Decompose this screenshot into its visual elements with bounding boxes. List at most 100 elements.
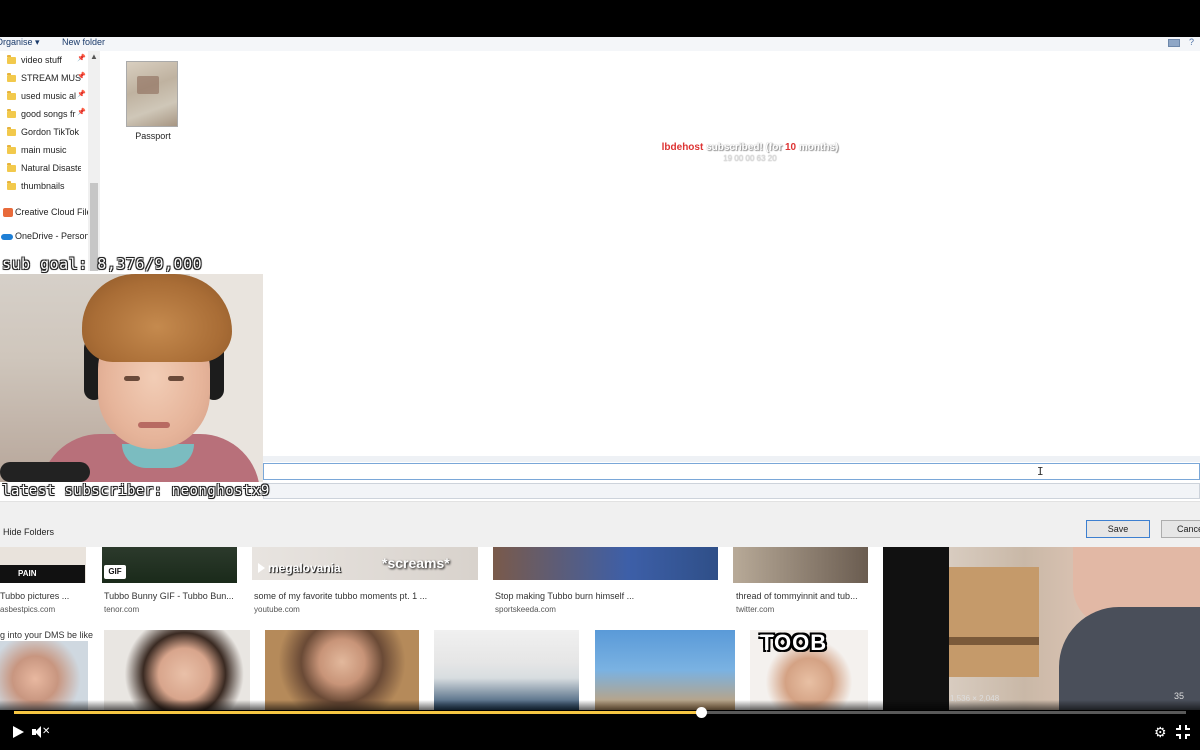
result-caption[interactable]: some of my favorite tubbo moments pt. 1 … <box>254 591 480 601</box>
sidebar-item-folder[interactable]: Gordon TikTok 4 <box>0 125 100 141</box>
result-card[interactable]: TOOB <box>750 630 868 710</box>
file-item[interactable]: Passport <box>126 61 180 141</box>
scroll-up-icon[interactable]: ▲ <box>90 52 98 61</box>
help-icon[interactable]: ? <box>1189 37 1194 47</box>
dialog-footer: Hide Folders Save Cancel <box>0 501 1200 547</box>
alert-name: lbdehost <box>661 142 704 153</box>
filename-input[interactable] <box>263 463 1200 480</box>
result-caption[interactable]: Tubbo Bunny GIF - Tubbo Bun... <box>104 591 239 601</box>
exit-fullscreen-icon <box>1176 725 1181 730</box>
save-button[interactable]: Save <box>1086 520 1150 538</box>
sidebar-item-label: good songs fr <box>21 109 76 119</box>
cancel-button[interactable]: Cancel <box>1161 520 1200 538</box>
folder-icon <box>7 181 16 190</box>
result-card[interactable]: PAIN Tubbo pictures ... asbestpics.com <box>0 547 86 617</box>
new-folder-button[interactable]: New folder <box>62 37 105 47</box>
sidebar-item-label: video stuff <box>21 55 62 65</box>
result-image[interactable]: GIF <box>102 547 237 583</box>
file-name: Passport <box>135 131 171 141</box>
speaker-cone-icon <box>35 726 41 738</box>
sidebar-item-label: thumbnails <box>21 181 65 191</box>
sidebar-item-label: Creative Cloud Files <box>15 207 95 217</box>
sidebar-item-folder[interactable]: used music al 📌 <box>0 89 100 105</box>
mute-button[interactable]: ✕ <box>32 725 50 739</box>
subscriber-alert: lbdehost subscribed! (for 10 months) 19 … <box>600 142 900 163</box>
result-card[interactable] <box>265 630 419 710</box>
video-caption-overlay: *screams* <box>382 555 450 571</box>
latest-subscriber-overlay: latest subscriber: neonghostx9 <box>2 483 270 499</box>
result-source[interactable]: twitter.com <box>736 605 774 614</box>
alert-text: subscribed! (for <box>703 142 785 153</box>
result-caption[interactable]: Stop making Tubbo burn himself ... <box>495 591 720 601</box>
sidebar-item-onedrive[interactable]: OneDrive - Personal <box>0 229 100 245</box>
folder-icon <box>7 145 16 154</box>
result-image[interactable] <box>434 630 579 710</box>
exit-fullscreen-button[interactable] <box>1176 725 1190 739</box>
webcam-mouth <box>138 422 170 428</box>
result-source[interactable]: sportskeeda.com <box>495 605 556 614</box>
result-caption[interactable]: g into your DMS be like <box>0 630 93 640</box>
result-image[interactable] <box>595 630 735 710</box>
webcam-eye <box>168 376 184 381</box>
nav-scrollbar[interactable]: ▲ <box>88 51 100 271</box>
hide-folders-toggle[interactable]: Hide Folders <box>3 527 54 537</box>
exit-fullscreen-icon <box>1176 734 1181 739</box>
result-card[interactable] <box>595 630 735 710</box>
creative-cloud-icon <box>3 208 13 217</box>
viewer-shelf <box>949 567 1039 677</box>
folder-icon <box>7 55 16 64</box>
result-image[interactable] <box>733 547 868 583</box>
result-source[interactable]: youtube.com <box>254 605 300 614</box>
sidebar-item-folder[interactable]: video stuff 📌 <box>0 53 100 69</box>
organise-menu[interactable]: Organise ▾ <box>0 37 40 48</box>
progress-bar[interactable] <box>14 707 1186 718</box>
sidebar-item-label: OneDrive - Personal <box>15 231 95 241</box>
result-source[interactable]: asbestpics.com <box>0 605 55 614</box>
result-source[interactable]: tenor.com <box>104 605 139 614</box>
text-cursor-icon: I <box>1037 465 1044 478</box>
play-button[interactable] <box>12 725 26 739</box>
result-tag: PAIN <box>0 565 85 583</box>
sidebar-item-folder[interactable]: STREAM MUS 📌 <box>0 71 100 87</box>
progress-scrubber[interactable] <box>696 707 707 718</box>
result-caption[interactable]: Tubbo pictures ... <box>0 591 86 601</box>
result-card[interactable]: megalovania *screams* some of my favorit… <box>252 547 478 617</box>
view-options-icon[interactable] <box>1168 39 1180 47</box>
save-as-type-select[interactable] <box>263 483 1200 499</box>
result-card[interactable]: GIF Tubbo Bunny GIF - Tubbo Bun... tenor… <box>102 547 237 617</box>
result-image[interactable] <box>493 547 718 580</box>
sidebar-item-creative-cloud[interactable]: Creative Cloud Files <box>0 205 100 221</box>
sidebar-item-folder[interactable]: good songs fr 📌 <box>0 107 100 123</box>
result-card[interactable]: Stop making Tubbo burn himself ... sport… <box>493 547 718 617</box>
result-image[interactable]: TOOB <box>750 630 868 710</box>
gif-badge: GIF <box>104 565 126 579</box>
navigation-pane: video stuff 📌 STREAM MUS 📌 used music al 📌 goo… <box>0 51 100 271</box>
result-image[interactable] <box>265 630 419 710</box>
webcam-eye <box>124 376 140 381</box>
sidebar-item-label: Natural Disasters <box>21 163 81 173</box>
video-player[interactable]: Organise ▾ New folder ? video stuff 📌 STRE… <box>0 0 1200 750</box>
folder-icon <box>7 127 16 136</box>
progress-fill <box>14 711 701 714</box>
alert-line: lbdehost subscribed! (for 10 months) <box>600 142 900 153</box>
result-card[interactable]: thread of tommyinnit and tub... twitter.… <box>733 547 868 617</box>
result-card[interactable] <box>104 630 250 710</box>
result-card[interactable] <box>434 630 579 710</box>
sidebar-item-folder[interactable]: main music <box>0 143 100 159</box>
result-image[interactable]: PAIN <box>0 547 86 583</box>
sidebar-item-label: used music al <box>21 91 77 101</box>
image-viewer: 1,536 × 2,048 35 <box>883 547 1200 710</box>
sidebar-item-folder[interactable]: Natural Disasters <box>0 161 100 177</box>
result-caption[interactable]: thread of tommyinnit and tub... <box>736 591 871 601</box>
result-image[interactable] <box>104 630 250 710</box>
settings-button[interactable]: ⚙ <box>1154 725 1168 739</box>
file-list-area: Passport <box>100 51 1200 456</box>
webcam-feed <box>0 274 263 482</box>
result-image[interactable]: megalovania *screams* <box>252 547 478 580</box>
folder-icon <box>7 109 16 118</box>
meme-text: TOOB <box>760 630 828 655</box>
folder-icon <box>7 91 16 100</box>
alert-subtext: 19 00 00 63 20 <box>723 154 777 163</box>
viewer-shelf-board <box>949 637 1039 645</box>
sidebar-item-folder[interactable]: thumbnails <box>0 179 100 195</box>
